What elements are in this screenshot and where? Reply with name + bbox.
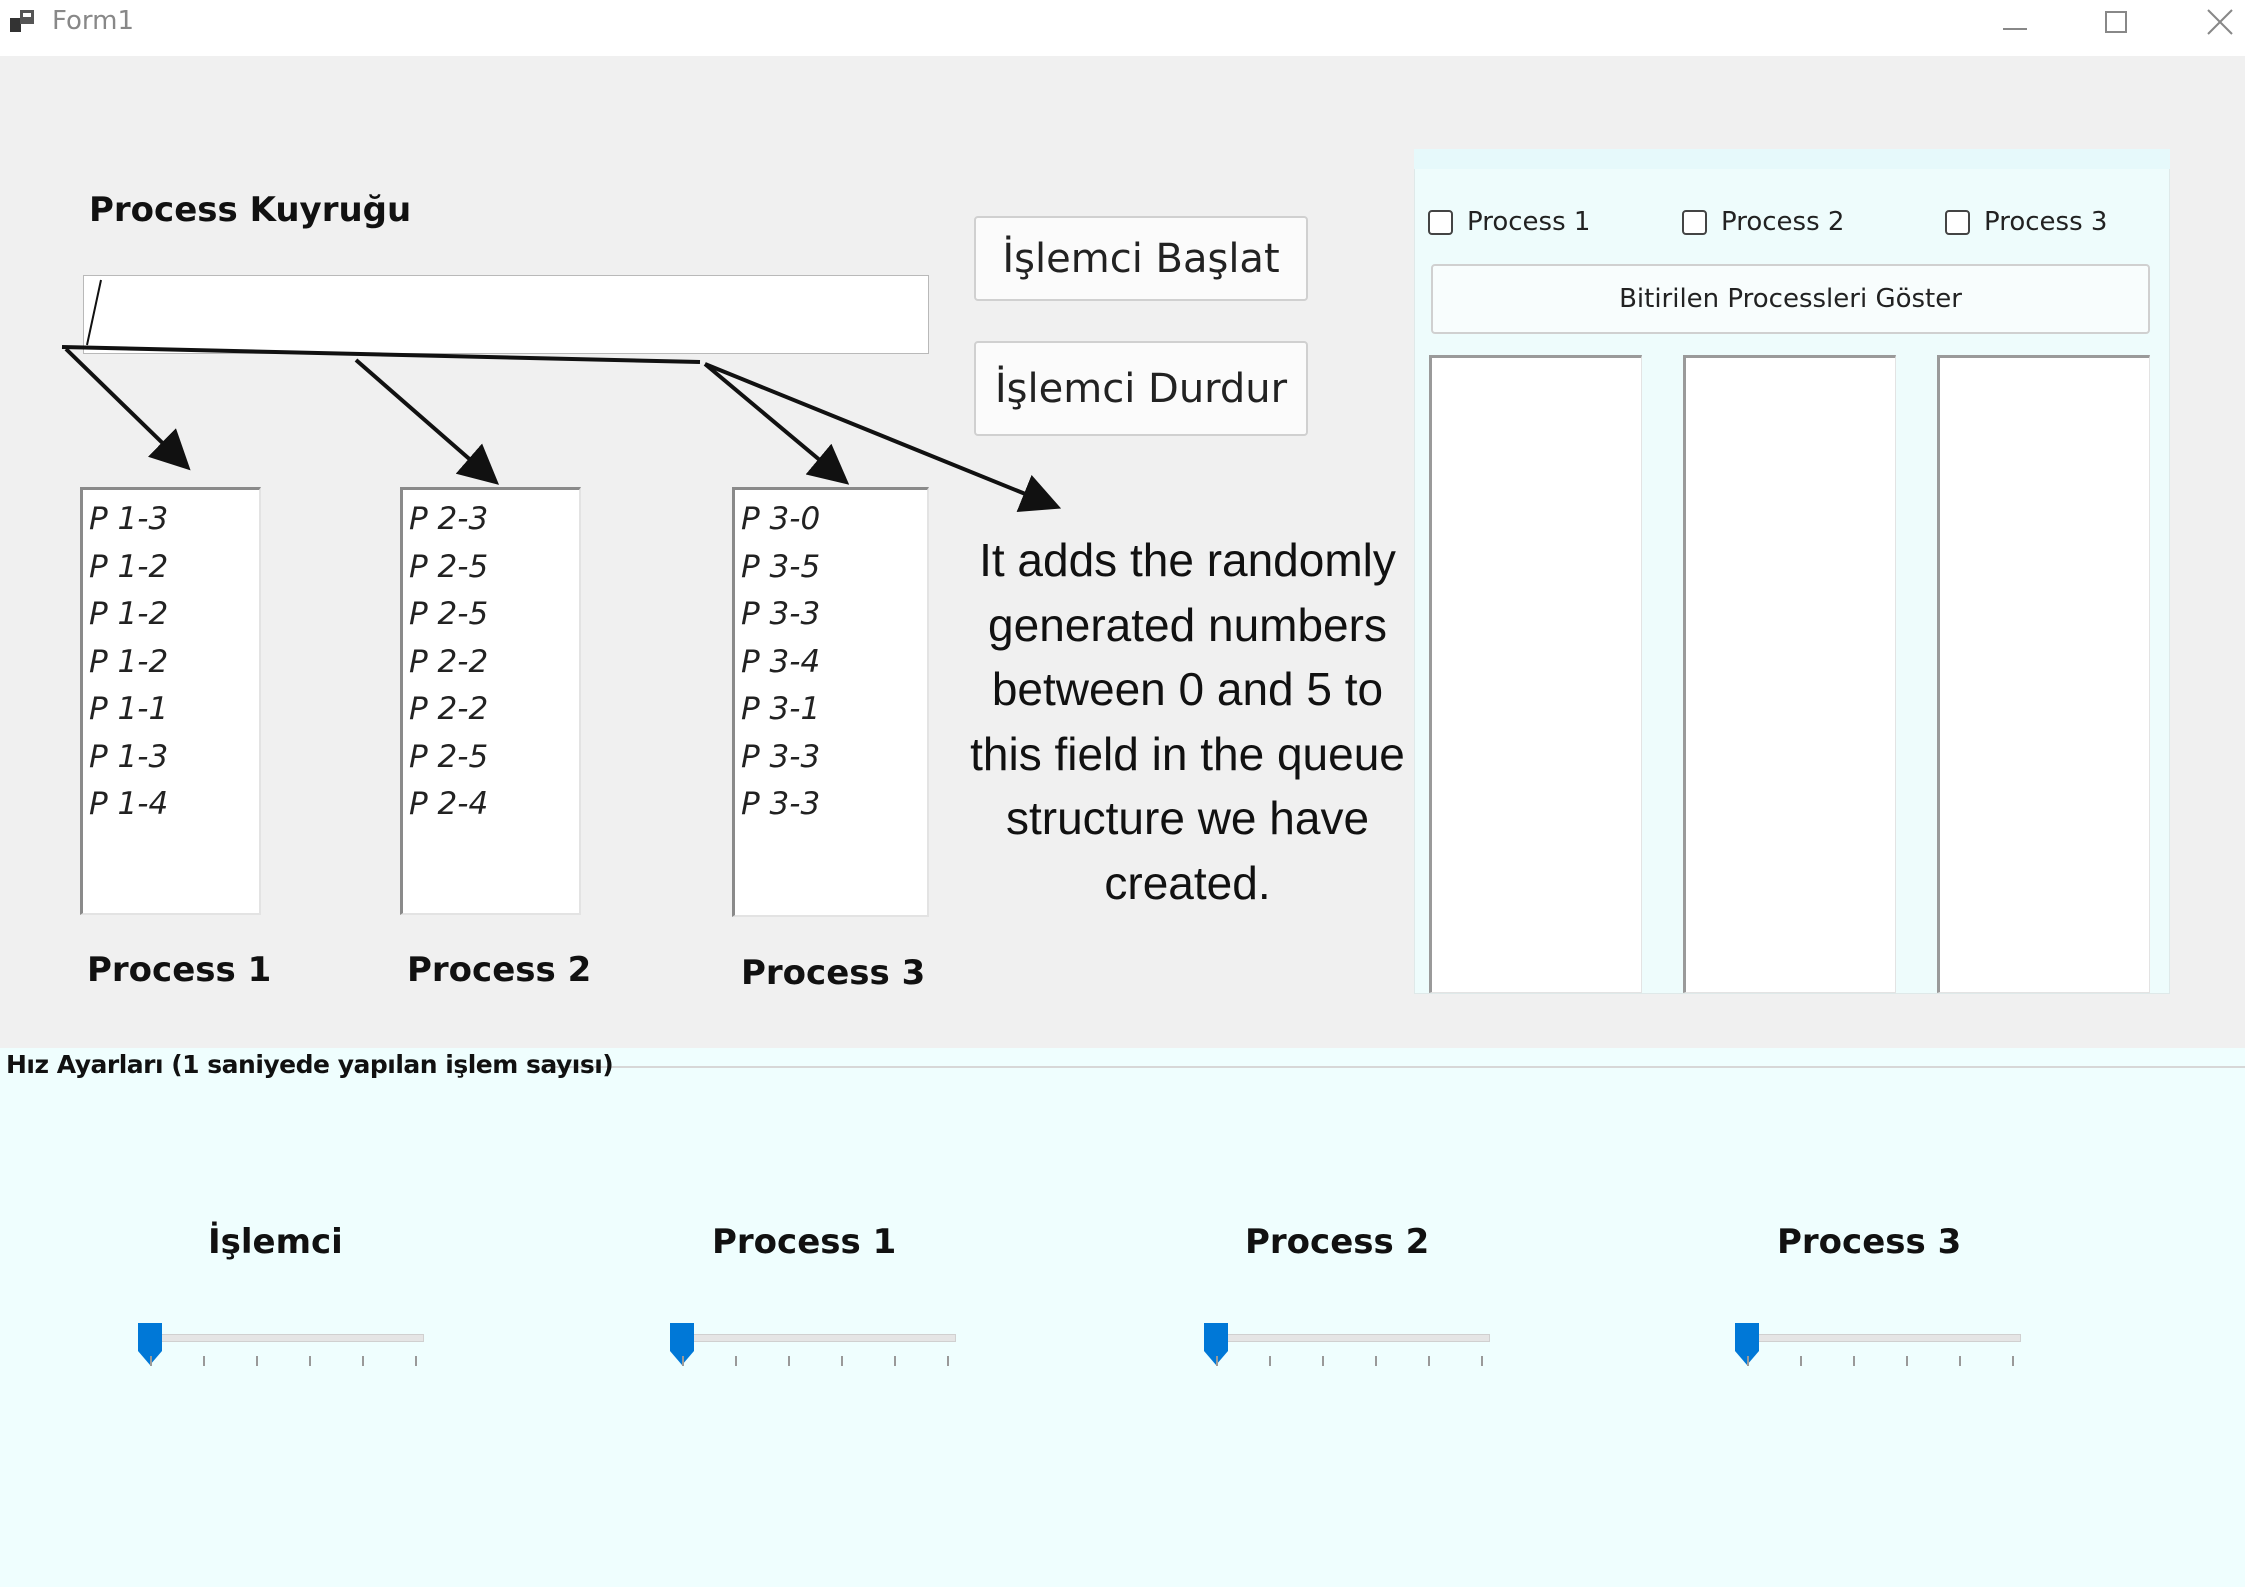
process-3-label: Process 3	[741, 953, 926, 993]
list-item[interactable]: P 2-2	[409, 689, 579, 737]
close-button[interactable]	[2170, 0, 2245, 44]
list-item[interactable]: P 1-3	[89, 737, 259, 785]
tick-mark	[735, 1356, 737, 1366]
list-item[interactable]: P 2-4	[409, 784, 579, 832]
list-item[interactable]: P 2-3	[409, 499, 579, 547]
checkbox-label: Process 1	[1467, 207, 1591, 237]
process-3-speed-slider[interactable]	[1733, 1314, 2033, 1374]
slider-track[interactable]	[1745, 1334, 2021, 1342]
list-item[interactable]: P 1-2	[89, 594, 259, 642]
finished-process-1-listbox[interactable]	[1429, 355, 1642, 993]
slider-track[interactable]	[1214, 1334, 1490, 1342]
panel-header-strip	[1414, 149, 2170, 169]
annotation-arrows	[61, 279, 1062, 513]
tick-mark	[1322, 1356, 1324, 1366]
process-1-speed-label: Process 1	[712, 1222, 897, 1262]
minimize-icon	[2003, 28, 2027, 30]
list-item[interactable]: P 3-3	[741, 784, 927, 832]
list-item[interactable]: P 2-5	[409, 547, 579, 595]
tick-mark	[1216, 1356, 1218, 1366]
checkbox-icon	[1428, 209, 1453, 235]
process-1-speed-slider[interactable]	[668, 1314, 968, 1374]
process-1-checkbox[interactable]: Process 1	[1428, 207, 1590, 237]
tick-mark	[1375, 1356, 1377, 1366]
processor-speed-slider[interactable]	[136, 1314, 436, 1374]
annotation-line: created.	[1104, 856, 1271, 909]
minimize-button[interactable]	[1965, 0, 2065, 44]
annotation-line: It adds the randomly	[979, 534, 1396, 586]
maximize-icon	[2105, 11, 2127, 33]
close-icon	[2207, 9, 2233, 35]
show-finished-button[interactable]: Bitirilen Processleri Göster	[1431, 264, 2150, 334]
list-item[interactable]: P 1-2	[89, 547, 259, 595]
list-item[interactable]: P 1-3	[89, 499, 259, 547]
tick-mark	[682, 1356, 684, 1366]
list-item[interactable]: P 2-5	[409, 737, 579, 785]
tick-mark	[2012, 1356, 2014, 1366]
list-item[interactable]: P 1-2	[89, 642, 259, 690]
checkbox-icon	[1682, 209, 1707, 235]
speed-settings-title: Hız Ayarları (1 saniyede yapılan işlem s…	[6, 1050, 614, 1079]
process-3-checkbox[interactable]: Process 3	[1945, 207, 2107, 237]
process-2-label: Process 2	[407, 950, 592, 990]
list-item[interactable]: P 3-3	[741, 594, 927, 642]
tick-mark	[1269, 1356, 1271, 1366]
tick-mark	[947, 1356, 949, 1366]
annotation-text: It adds the randomly generated numbers b…	[960, 528, 1415, 915]
list-item[interactable]: P 1-1	[89, 689, 259, 737]
list-item[interactable]: P 1-4	[89, 784, 259, 832]
list-item[interactable]: P 3-0	[741, 499, 927, 547]
tick-mark	[1747, 1356, 1749, 1366]
annotation-line: structure we have	[1005, 792, 1370, 844]
annotation-line: this field in the queue	[970, 727, 1405, 780]
slider-track[interactable]	[680, 1334, 956, 1342]
list-item[interactable]: P 3-4	[741, 642, 927, 690]
list-item[interactable]: P 3-3	[741, 737, 927, 785]
process-2-speed-slider[interactable]	[1202, 1314, 1502, 1374]
tick-mark	[841, 1356, 843, 1366]
process-3-speed-label: Process 3	[1777, 1222, 1962, 1262]
slider-track[interactable]	[148, 1334, 424, 1342]
processor-speed-label: İşlemci	[208, 1222, 343, 1262]
tick-mark	[1853, 1356, 1855, 1366]
list-item[interactable]: P 2-5	[409, 594, 579, 642]
process-1-listbox[interactable]: P 1-3 P 1-2 P 1-2 P 1-2 P 1-1 P 1-3 P 1-…	[80, 487, 261, 915]
process-1-label: Process 1	[87, 950, 272, 990]
finished-process-3-listbox[interactable]	[1937, 355, 2150, 993]
tick-mark	[1428, 1356, 1430, 1366]
group-divider	[550, 1066, 2245, 1068]
list-item[interactable]: P 2-2	[409, 642, 579, 690]
process-2-listbox[interactable]: P 2-3 P 2-5 P 2-5 P 2-2 P 2-2 P 2-5 P 2-…	[400, 487, 581, 915]
tick-mark	[1800, 1356, 1802, 1366]
tick-mark	[788, 1356, 790, 1366]
tick-mark	[1481, 1356, 1483, 1366]
checkbox-label: Process 3	[1984, 207, 2108, 237]
tick-mark	[309, 1356, 311, 1366]
tick-mark	[362, 1356, 364, 1366]
process-2-speed-label: Process 2	[1245, 1222, 1430, 1262]
process-2-checkbox[interactable]: Process 2	[1682, 207, 1844, 237]
tick-mark	[1959, 1356, 1961, 1366]
finished-process-2-listbox[interactable]	[1683, 355, 1896, 993]
tick-mark	[1906, 1356, 1908, 1366]
tick-mark	[256, 1356, 258, 1366]
list-item[interactable]: P 3-5	[741, 547, 927, 595]
maximize-button[interactable]	[2066, 0, 2166, 44]
process-3-listbox[interactable]: P 3-0 P 3-5 P 3-3 P 3-4 P 3-1 P 3-3 P 3-…	[732, 487, 929, 917]
tick-mark	[203, 1356, 205, 1366]
list-item[interactable]: P 3-1	[741, 689, 927, 737]
tick-mark	[150, 1356, 152, 1366]
checkbox-icon	[1945, 209, 1970, 235]
tick-mark	[894, 1356, 896, 1366]
annotation-line: between 0 and 5 to	[991, 663, 1384, 715]
tick-mark	[415, 1356, 417, 1366]
checkbox-label: Process 2	[1721, 207, 1845, 237]
annotation-line: generated numbers	[988, 598, 1387, 651]
